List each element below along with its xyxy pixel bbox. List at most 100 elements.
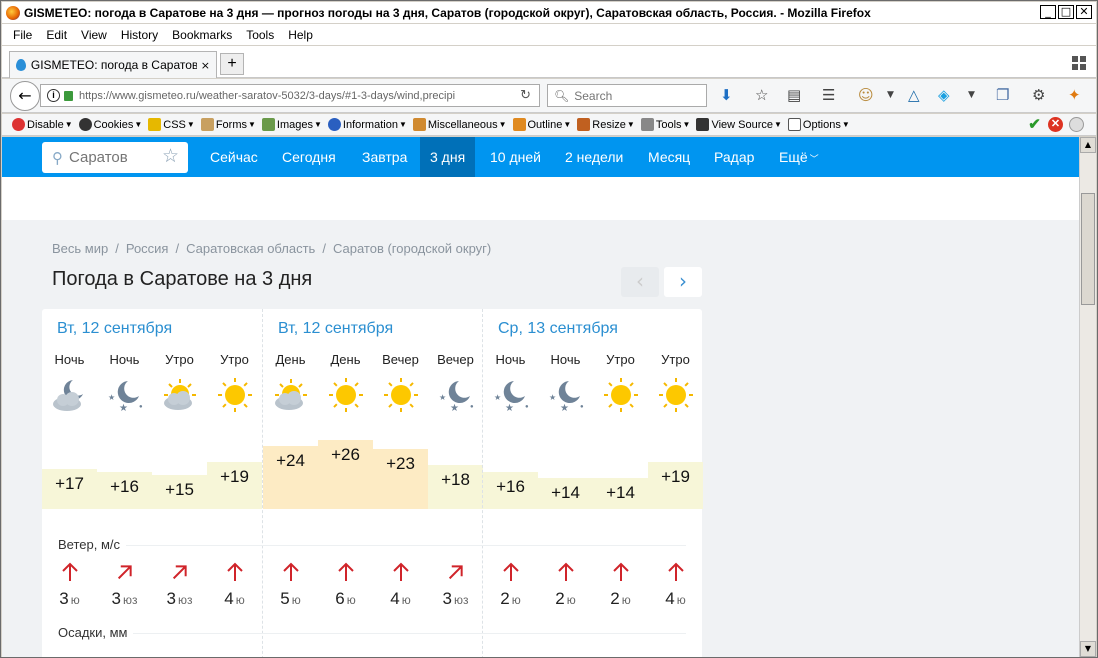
dev-cookies-menu[interactable]: Cookies ▼	[78, 118, 142, 131]
tab-groups-icon[interactable]	[1072, 56, 1086, 70]
information-icon	[327, 118, 341, 131]
extension-gear-icon[interactable]: ⚙	[1032, 87, 1045, 103]
day-label[interactable]: Вт, 12 сентября	[57, 320, 172, 338]
extension-face-icon[interactable]: ☺	[858, 87, 874, 103]
nav-2-weeks[interactable]: 2 недели	[555, 137, 633, 177]
browser-search-box[interactable]: 🔍︎	[547, 84, 707, 107]
wind-direction-arrow-icon	[318, 561, 373, 585]
breadcrumb-region[interactable]: Саратовская область	[186, 241, 315, 256]
reload-icon[interactable]: ↻	[520, 88, 531, 103]
wind-direction-label: ю	[70, 593, 80, 607]
day-label[interactable]: Вт, 12 сентября	[278, 320, 393, 338]
dev-images-menu[interactable]: Images ▼	[261, 118, 322, 131]
sun-icon	[373, 376, 428, 414]
menu-edit[interactable]: Edit	[39, 28, 74, 42]
temperature-value: +16	[97, 471, 152, 509]
wind-direction-label: ю	[235, 593, 245, 607]
breadcrumb-city[interactable]: Саратов (городской округ)	[333, 241, 491, 256]
nav-tomorrow[interactable]: Завтра	[352, 137, 417, 177]
options-icon	[787, 118, 801, 131]
extension-triangle-icon[interactable]: △	[908, 87, 920, 103]
dev-css-menu[interactable]: CSS ▼	[148, 118, 195, 131]
wind-speed: 4ю	[207, 589, 262, 609]
close-button[interactable]: ✕	[1076, 5, 1092, 19]
tab-gismeteo[interactable]: GISMETEO: погода в Саратове на 3 дня ×	[9, 51, 217, 78]
scroll-down-button[interactable]: ▼	[1080, 641, 1096, 657]
temperature-value: +14	[538, 478, 593, 509]
status-circle-icon[interactable]	[1069, 117, 1084, 132]
minimize-button[interactable]: _	[1040, 5, 1056, 19]
wind-speed-value: 4	[390, 589, 400, 608]
url-text[interactable]: https://www.gismeteo.ru/weather-saratov-…	[79, 90, 499, 102]
nav-month[interactable]: Месяц	[638, 137, 700, 177]
wind-speed: 5ю	[263, 589, 318, 609]
city-search-box[interactable]: ⚲ ☆	[42, 142, 188, 173]
browser-search-input[interactable]	[574, 88, 695, 103]
extension-fox-icon[interactable]: ✦	[1068, 87, 1081, 103]
wind-speed-value: 3	[442, 589, 452, 608]
vertical-scrollbar[interactable]: ▲ ▼	[1079, 137, 1096, 657]
dev-options-menu[interactable]: Options ▼	[787, 118, 850, 131]
sun-icon	[648, 376, 703, 414]
day-label[interactable]: Ср, 13 сентября	[498, 320, 618, 338]
wind-direction-label: ю	[346, 593, 356, 607]
tab-bar: GISMETEO: погода в Саратове на 3 дня × +	[2, 46, 1096, 78]
prev-button[interactable]: ‹	[621, 267, 659, 297]
scroll-thumb[interactable]	[1081, 193, 1095, 305]
menu-view[interactable]: View	[74, 28, 114, 42]
menu-tools[interactable]: Tools	[239, 28, 281, 42]
bookmark-star-icon[interactable]: ☆	[755, 87, 768, 103]
maximize-button[interactable]: □	[1058, 5, 1074, 19]
dev-forms-menu[interactable]: Forms ▼	[200, 118, 256, 131]
nav-more[interactable]: Ещё ﹀	[769, 137, 829, 177]
dev-tools-menu[interactable]: Tools ▼	[640, 118, 690, 131]
wind-speed: 2ю	[483, 589, 538, 609]
nav-10-days[interactable]: 10 дней	[480, 137, 551, 177]
temperature-value: +15	[152, 475, 207, 509]
reading-list-icon[interactable]: ▤	[787, 87, 801, 103]
menu-history[interactable]: History	[114, 28, 165, 42]
dropdown-arrow-icon[interactable]: ▼	[968, 87, 975, 103]
temperature-value: +14	[593, 478, 648, 509]
nav-3-days[interactable]: 3 дня	[420, 137, 476, 177]
menu-bookmarks[interactable]: Bookmarks	[165, 28, 239, 42]
svg-text:●: ●	[580, 404, 584, 410]
breadcrumb-world[interactable]: Весь мир	[52, 241, 108, 256]
downloads-icon[interactable]: ⬇	[720, 87, 733, 103]
extension-window-icon[interactable]: ❐	[996, 87, 1009, 103]
hamburger-menu-icon[interactable]: ☰	[822, 87, 835, 103]
url-bar[interactable]: i https://www.gismeteo.ru/weather-sarato…	[40, 84, 540, 107]
dev-resize-menu[interactable]: Resize ▼	[577, 118, 635, 131]
moon-stars-icon: ★ ★ ●	[428, 376, 483, 414]
nav-now[interactable]: Сейчас	[200, 137, 268, 177]
chevron-down-icon: ﹀	[809, 154, 819, 164]
wind-direction-label: юз	[177, 593, 193, 607]
site-info-icon[interactable]: i	[47, 89, 60, 102]
dev-outline-menu[interactable]: Outline ▼	[512, 118, 571, 131]
tab-close-icon[interactable]: ×	[201, 59, 210, 72]
scroll-up-button[interactable]: ▲	[1080, 137, 1096, 153]
nav-today[interactable]: Сегодня	[272, 137, 346, 177]
dropdown-arrow-icon[interactable]: ▼	[887, 87, 894, 103]
favorite-star-icon[interactable]: ☆	[162, 145, 179, 167]
extension-target-icon[interactable]: ◈	[938, 87, 950, 103]
dev-information-menu[interactable]: Information ▼	[327, 118, 407, 131]
error-x-icon[interactable]: ✕	[1048, 117, 1063, 132]
city-search-input[interactable]	[69, 149, 149, 166]
dev-view-source-menu[interactable]: View Source ▼	[696, 118, 782, 131]
menu-file[interactable]: File	[6, 28, 39, 42]
new-tab-button[interactable]: +	[220, 53, 244, 75]
breadcrumb-russia[interactable]: Россия	[126, 241, 169, 256]
dev-disable-menu[interactable]: Disable ▼	[12, 118, 73, 131]
browser-window: GISMETEO: погода в Саратове на 3 дня — п…	[0, 0, 1098, 658]
banner-area	[2, 177, 1079, 220]
menu-help[interactable]: Help	[281, 28, 320, 42]
dev-miscellaneous-menu[interactable]: Miscellaneous ▼	[412, 118, 507, 131]
valid-check-icon[interactable]: ✔	[1027, 117, 1042, 132]
wind-direction-arrow-icon	[648, 561, 703, 585]
temperature-value: +23	[373, 449, 428, 509]
back-button[interactable]: ←	[10, 81, 40, 111]
next-button[interactable]: ›	[664, 267, 702, 297]
nav-radar[interactable]: Радар	[704, 137, 764, 177]
time-of-day-label: Утро	[220, 352, 249, 367]
